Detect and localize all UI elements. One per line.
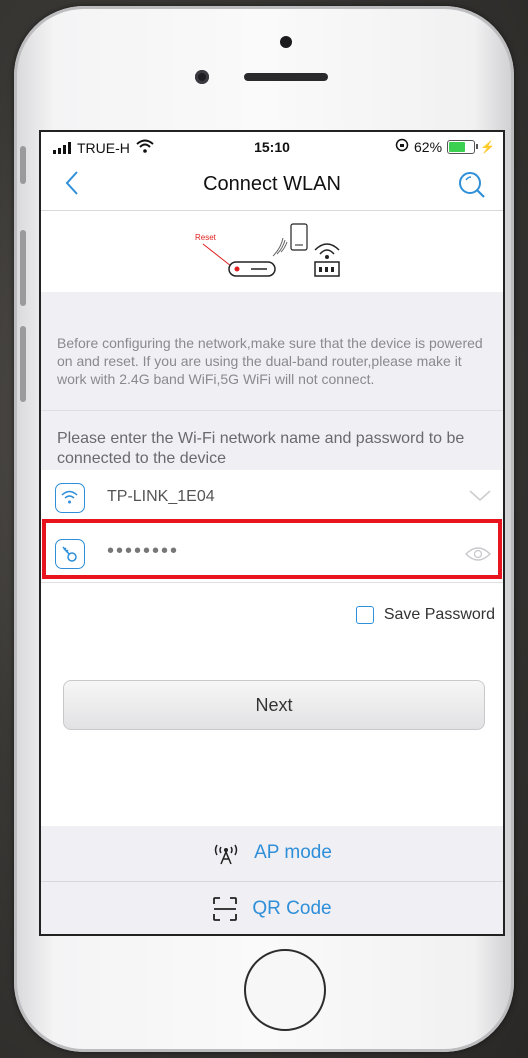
chevron-down-icon[interactable] <box>469 490 491 502</box>
wifi-network-selector[interactable]: TP-LINK_1E04 <box>41 470 503 527</box>
ap-mode-button[interactable]: AP mode <box>41 826 503 880</box>
wifi-icon <box>55 483 85 513</box>
earpiece-speaker <box>244 73 328 81</box>
ap-mode-label: AP mode <box>254 842 332 863</box>
battery-icon <box>447 139 479 154</box>
password-input[interactable]: •••••••• <box>107 540 179 563</box>
qr-code-button[interactable]: QR Code <box>41 882 503 934</box>
key-icon <box>55 539 85 569</box>
proximity-sensor <box>195 70 209 84</box>
mute-switch <box>20 146 26 184</box>
reset-illustration: Reset <box>181 218 361 290</box>
volume-down-button <box>20 326 26 402</box>
next-button[interactable]: Next <box>63 680 485 730</box>
battery-percent: 62% <box>414 138 443 155</box>
home-button[interactable] <box>244 949 326 1031</box>
alternate-setup-options: AP mode QR Code <box>41 826 503 934</box>
save-password-toggle[interactable]: Save Password <box>355 606 495 624</box>
front-camera <box>280 36 292 48</box>
status-bar: TRUE-H 15:10 62% ⚡ <box>41 132 503 162</box>
qr-scan-icon <box>213 897 238 921</box>
search-icon <box>459 172 485 198</box>
search-button[interactable] <box>455 168 489 202</box>
app-screen: TRUE-H 15:10 62% ⚡ Connect WLAN Reset Be… <box>39 130 505 936</box>
navigation-bar: Connect WLAN <box>41 162 503 211</box>
save-password-checkbox[interactable] <box>355 606 374 624</box>
volume-up-button <box>20 230 26 306</box>
reset-label: Reset <box>195 233 217 242</box>
password-field[interactable]: •••••••• <box>41 526 503 583</box>
setup-instructions: Before configuring the network,make sure… <box>41 292 503 410</box>
charging-icon: ⚡ <box>480 139 495 154</box>
save-password-label: Save Password <box>383 606 495 623</box>
orientation-lock-icon <box>395 138 409 155</box>
antenna-icon <box>214 844 238 865</box>
qr-code-label: QR Code <box>252 898 332 919</box>
eye-icon[interactable] <box>465 546 491 562</box>
page-title: Connect WLAN <box>203 173 341 195</box>
wifi-network-name: TP-LINK_1E04 <box>107 488 215 505</box>
credentials-prompt: Please enter the Wi-Fi network name and … <box>41 410 503 470</box>
